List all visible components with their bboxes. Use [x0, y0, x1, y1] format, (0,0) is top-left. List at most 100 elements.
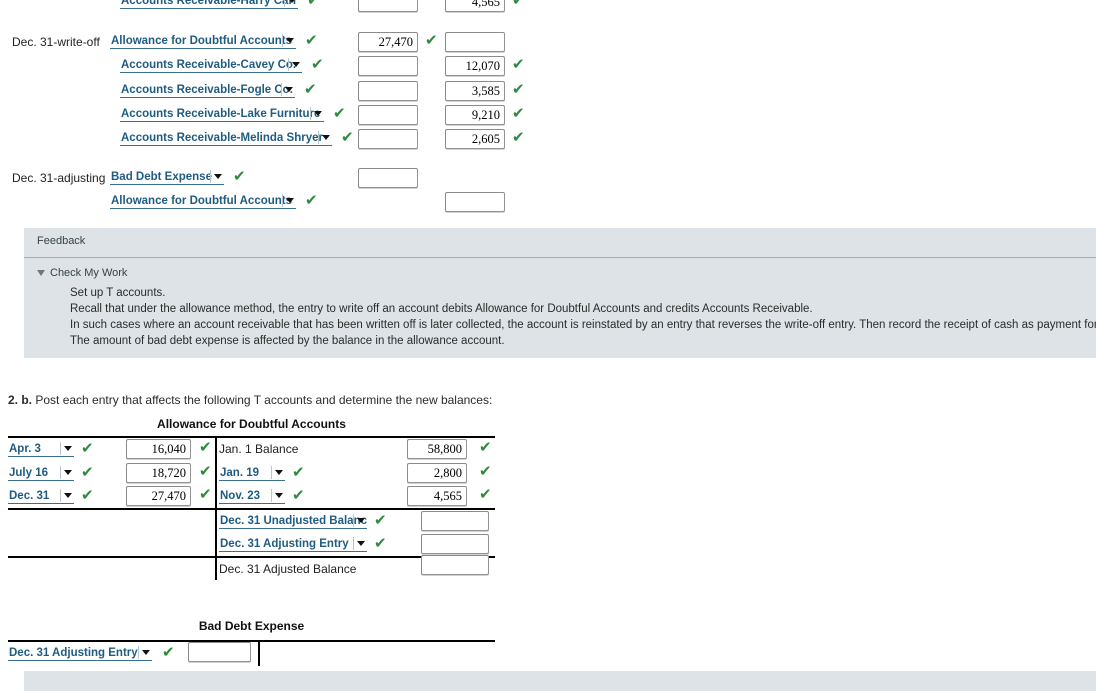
check-mark-icon: ✔	[305, 191, 318, 209]
check-mark-icon: ✔	[479, 461, 492, 480]
check-my-work-label[interactable]: Check My Work	[50, 267, 127, 279]
check-mark-icon: ✔	[199, 438, 212, 456]
select-label: Dec. 31 Adjusting Entry	[9, 647, 138, 659]
t-account-adjusted-label: Dec. 31 Adjusted Balance	[219, 561, 357, 576]
t-account-debit-select[interactable]: July 16	[8, 465, 74, 481]
chevron-down-icon	[64, 493, 72, 498]
check-mark-icon: ✔	[81, 462, 94, 481]
feedback-panel-bottom	[24, 671, 1096, 691]
check-mark-icon: ✔	[374, 534, 387, 552]
chevron-down-icon	[357, 541, 365, 546]
check-mark-icon: ✔	[333, 104, 346, 122]
feedback-line: Recall that under the allowance method, …	[70, 303, 813, 315]
journal-credit-input[interactable]: 12,070	[445, 56, 505, 76]
journal-account-select[interactable]: Allowance for Doubtful Accounts	[110, 34, 296, 49]
t-account-credit-input[interactable]: 4,565	[407, 486, 467, 506]
question-text: Post each entry that affects the followi…	[35, 393, 493, 407]
chevron-down-icon	[142, 650, 150, 655]
t-account-debit-select[interactable]: Dec. 31	[8, 489, 74, 504]
t-account-debit-select[interactable]: Apr. 3	[8, 442, 74, 457]
select-label: Accounts Receivable-Cavey Co.	[121, 59, 297, 71]
check-mark-icon: ✔	[341, 128, 354, 146]
select-label: Nov. 23	[220, 490, 261, 502]
journal-debit-input[interactable]	[358, 129, 418, 149]
t-account-debit-input[interactable]: 27,470	[126, 486, 191, 506]
select-label: Accounts Receivable-Lake Furniture	[121, 108, 321, 120]
check-mark-icon: ✔	[292, 462, 305, 481]
table-rule	[8, 640, 495, 642]
journal-credit-input[interactable]: 9,210	[445, 105, 505, 125]
chevron-down-icon	[286, 198, 294, 203]
chevron-down-icon	[285, 87, 293, 92]
t-account-title: Allowance for Doubtful Accounts	[157, 417, 346, 431]
t-account-debit-input[interactable]: 18,720	[126, 462, 191, 483]
journal-account-select[interactable]: Accounts Receivable-Lake Furniture	[120, 107, 324, 122]
journal-account-select[interactable]: Accounts Receivable-Fogle Co.	[120, 83, 295, 98]
journal-account-select[interactable]: Accounts Receivable-Cavey Co.	[120, 58, 302, 73]
t-account-credit-select[interactable]: Nov. 23	[219, 489, 285, 504]
journal-debit-input[interactable]: 27,470	[358, 32, 418, 52]
check-mark-icon: ✔	[305, 31, 318, 49]
check-mark-icon: ✔	[81, 439, 94, 457]
journal-credit-input[interactable]	[445, 192, 505, 212]
chevron-down-icon	[357, 517, 365, 523]
journal-credit-input[interactable]: 2,605	[445, 129, 505, 149]
check-mark-icon: ✔	[199, 461, 212, 480]
journal-account-select[interactable]: Bad Debt Expense	[110, 170, 224, 185]
chevron-down-icon	[64, 469, 72, 475]
journal-account-select[interactable]: Accounts Receivable-Harry Carr	[120, 0, 298, 9]
journal-credit-input[interactable]: 3,585	[445, 81, 505, 101]
select-label: Apr. 3	[9, 443, 41, 455]
t-account-credit-input[interactable]: 58,800	[407, 439, 467, 459]
check-mark-icon: ✔	[292, 486, 305, 504]
select-label: Bad Debt Expense	[111, 171, 212, 183]
journal-date-label: Dec. 31-adjusting	[12, 171, 106, 185]
check-mark-icon: ✔	[304, 80, 317, 98]
journal-credit-input[interactable]	[445, 32, 505, 52]
select-label: Allowance for Doubtful Accounts	[111, 195, 293, 207]
t-account-title: Bad Debt Expense	[198, 619, 305, 633]
t-account-balance-input[interactable]	[421, 534, 489, 554]
select-label: Jan. 19	[220, 466, 259, 479]
t-account-balance-select[interactable]: Dec. 31 Adjusting Entry	[219, 537, 367, 552]
chevron-down-icon	[64, 446, 72, 451]
journal-debit-input[interactable]	[358, 0, 418, 12]
t-account-balance-input[interactable]	[421, 510, 489, 531]
t-account-adjusted-input[interactable]	[421, 554, 489, 575]
journal-debit-input[interactable]	[358, 105, 418, 125]
select-label: Allowance for Doubtful Accounts	[111, 35, 293, 47]
journal-account-select[interactable]: Accounts Receivable-Melinda Shryer	[120, 131, 332, 146]
select-label: Accounts Receivable-Melinda Shryer	[121, 132, 323, 144]
check-mark-icon: ✔	[374, 510, 387, 529]
t-account-balance-select[interactable]: Dec. 31 Unadjusted Balance	[219, 513, 367, 529]
t-account-credit-select[interactable]: Jan. 19	[219, 465, 285, 481]
journal-debit-input[interactable]	[358, 56, 418, 76]
check-mark-icon: ✔	[81, 486, 94, 504]
chevron-down-icon[interactable]	[37, 270, 45, 276]
journal-debit-input[interactable]	[358, 81, 418, 101]
check-mark-icon: ✔	[199, 485, 212, 503]
t-account-credit-input[interactable]: 2,800	[407, 462, 467, 483]
chevron-down-icon	[288, 0, 296, 3]
feedback-title: Feedback	[37, 235, 86, 247]
journal-debit-input[interactable]	[358, 168, 418, 188]
feedback-panel: Feedback Check My Work Set up T accounts…	[24, 228, 1096, 358]
chevron-down-icon	[314, 111, 322, 116]
journal-account-select[interactable]: Allowance for Doubtful Accounts	[110, 194, 296, 209]
journal-credit-input[interactable]: 4,565	[445, 0, 505, 12]
feedback-line: In such cases where an account receivabl…	[70, 319, 1096, 331]
check-mark-icon: ✔	[311, 55, 324, 73]
chevron-down-icon	[286, 38, 294, 43]
check-mark-icon: ✔	[233, 167, 246, 185]
feedback-line: The amount of bad debt expense is affect…	[70, 335, 505, 347]
chevron-down-icon	[275, 469, 283, 475]
chevron-down-icon	[292, 62, 300, 67]
journal-date-label: Dec. 31-write-off	[12, 35, 100, 49]
t-account-debit-input[interactable]: 16,040	[126, 439, 191, 459]
select-label: July 16	[9, 466, 48, 479]
select-label: Dec. 31	[9, 490, 50, 502]
select-label: Dec. 31 Adjusting Entry	[220, 538, 349, 550]
chevron-down-icon	[214, 174, 222, 179]
t-account-debit-input[interactable]	[188, 642, 251, 662]
t-account-debit-select[interactable]: Dec. 31 Adjusting Entry	[8, 646, 152, 661]
